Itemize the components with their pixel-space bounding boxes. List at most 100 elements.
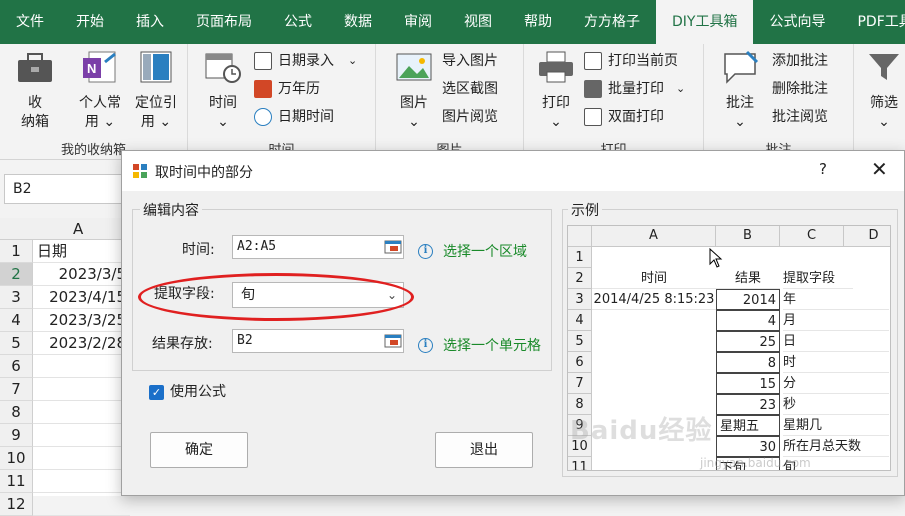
delete-comment-button[interactable]: 删除批注 bbox=[772, 77, 828, 101]
onenote-icon: N bbox=[83, 51, 116, 83]
cell[interactable] bbox=[33, 493, 130, 516]
example-corner bbox=[568, 226, 592, 247]
cell-picker-icon[interactable] bbox=[384, 333, 402, 349]
date-time-button[interactable]: 日期时间 bbox=[254, 105, 334, 129]
funnel-icon bbox=[869, 54, 899, 80]
cell[interactable] bbox=[33, 355, 130, 378]
row-header[interactable]: 3 bbox=[0, 286, 33, 309]
ribbon-tab[interactable]: 插入 bbox=[120, 0, 180, 44]
exit-button[interactable]: 退出 bbox=[435, 432, 533, 468]
filter-button-label: 筛选 ⌄ bbox=[870, 95, 898, 130]
storage-box-button[interactable]: 收 纳箱 bbox=[10, 50, 60, 132]
ribbon-tab[interactable]: 视图 bbox=[448, 0, 508, 44]
perpetual-calendar-button[interactable]: 万年历 bbox=[254, 77, 320, 101]
image-button[interactable]: 图片 ⌄ bbox=[392, 50, 436, 132]
duplex-print-button[interactable]: 双面打印 bbox=[584, 105, 664, 129]
example-field-cell: 分 bbox=[783, 373, 889, 394]
row-header[interactable]: 5 bbox=[0, 332, 33, 355]
cell[interactable]: 2023/3/5 bbox=[33, 263, 130, 286]
dialog-title: 取时间中的部分 bbox=[155, 165, 253, 181]
extract-time-part-dialog: 取时间中的部分 ? ✕ 编辑内容 时间: A2:A5 i 选择一个区域 提取字段:… bbox=[121, 150, 905, 496]
example-column-header: B bbox=[716, 226, 780, 247]
row-header[interactable]: 10 bbox=[0, 447, 33, 470]
chevron-down-icon[interactable]: ⌄ bbox=[348, 49, 357, 73]
print-button[interactable]: 打印 ⌄ bbox=[534, 50, 578, 132]
calendar-clock-icon bbox=[205, 53, 241, 83]
example-row-header: 5 bbox=[568, 331, 592, 352]
cell[interactable] bbox=[33, 447, 130, 470]
ribbon-tab[interactable]: 数据 bbox=[328, 0, 388, 44]
time-button[interactable]: 时间 ⌄ bbox=[200, 50, 246, 132]
use-formula-checkbox[interactable]: ✓ bbox=[149, 385, 164, 400]
comment-button[interactable]: 批注 ⌄ bbox=[718, 50, 762, 132]
row-header[interactable]: 11 bbox=[0, 470, 33, 493]
svg-text:N: N bbox=[87, 61, 96, 76]
help-button[interactable]: ? bbox=[819, 160, 827, 178]
use-formula-label: 使用公式 bbox=[170, 384, 226, 400]
name-box[interactable]: B2 bbox=[4, 174, 122, 204]
time-button-label: 时间 ⌄ bbox=[209, 95, 237, 130]
ribbon-tab[interactable]: 公式 bbox=[268, 0, 328, 44]
personal-common-button[interactable]: N 个人常 用 ⌄ bbox=[72, 50, 128, 132]
example-field-cell: 星期几 bbox=[783, 415, 889, 436]
cell[interactable]: 2023/3/25 bbox=[33, 309, 130, 332]
row-header[interactable]: 8 bbox=[0, 401, 33, 424]
range-picker-icon[interactable] bbox=[384, 239, 402, 255]
view-comments-button[interactable]: 批注阅览 bbox=[772, 105, 828, 129]
example-field-cell: 月 bbox=[783, 310, 889, 331]
cell[interactable] bbox=[33, 378, 130, 401]
ok-button[interactable]: 确定 bbox=[150, 432, 248, 468]
image-viewer-button[interactable]: 图片阅览 bbox=[442, 105, 498, 129]
row-header[interactable]: 12 bbox=[0, 493, 33, 516]
cell[interactable] bbox=[33, 401, 130, 424]
locate-reference-button[interactable]: 定位引 用 ⌄ bbox=[128, 50, 184, 132]
cell[interactable] bbox=[33, 470, 130, 493]
time-range-input[interactable]: A2:A5 bbox=[232, 235, 404, 259]
row-header[interactable]: 4 bbox=[0, 309, 33, 332]
row-header[interactable]: 7 bbox=[0, 378, 33, 401]
picture-icon bbox=[396, 53, 432, 81]
result-cell-input[interactable]: B2 bbox=[232, 329, 404, 353]
ribbon-tab[interactable]: DIY工具箱 bbox=[656, 0, 754, 44]
ribbon-tab[interactable]: 帮助 bbox=[508, 0, 568, 44]
ribbon-tab[interactable]: 公式向导 bbox=[753, 0, 841, 44]
group-time: 时间 ⌄ 日期录入 ⌄ 万年历 日期时间 时间 bbox=[188, 44, 376, 160]
example-result-cell: 15 bbox=[716, 373, 780, 394]
print-current-page-button[interactable]: 打印当前页 bbox=[584, 49, 678, 73]
ribbon-tab[interactable]: 页面布局 bbox=[180, 0, 268, 44]
example-header-time: 时间 bbox=[592, 268, 716, 289]
clock-icon bbox=[254, 108, 272, 126]
example-row-header: 2 bbox=[568, 268, 592, 289]
batch-print-button[interactable]: 批量打印 ⌄ bbox=[584, 77, 685, 101]
import-image-button[interactable]: 导入图片 bbox=[442, 49, 498, 73]
chevron-down-icon[interactable]: ⌄ bbox=[676, 77, 685, 101]
ribbon-tab[interactable]: PDF工具集 bbox=[841, 0, 905, 44]
row-header[interactable]: 1 bbox=[0, 240, 33, 263]
filter-button[interactable]: 筛选 ⌄ bbox=[864, 50, 904, 132]
cell[interactable]: 日期 bbox=[33, 240, 130, 263]
column-header-a[interactable]: A bbox=[73, 220, 83, 238]
ribbon-tab[interactable]: 方方格子 bbox=[568, 0, 656, 44]
ribbon-tab[interactable]: 文件 bbox=[0, 0, 60, 44]
group-image: 图片 ⌄ 导入图片 选区截图 图片阅览 图片 bbox=[376, 44, 524, 160]
ribbon-tab[interactable]: 审阅 bbox=[388, 0, 448, 44]
cell[interactable]: 2023/2/28 bbox=[33, 332, 130, 355]
region-screenshot-button[interactable]: 选区截图 bbox=[442, 77, 498, 101]
edit-content-legend: 编辑内容 bbox=[140, 200, 202, 220]
add-comment-button[interactable]: 添加批注 bbox=[772, 49, 828, 73]
example-row-header: 7 bbox=[568, 373, 592, 394]
example-field-cell: 时 bbox=[783, 352, 889, 373]
ribbon-tab[interactable]: 开始 bbox=[60, 0, 120, 44]
row-header[interactable]: 6 bbox=[0, 355, 33, 378]
close-button[interactable]: ✕ bbox=[871, 157, 888, 181]
row-header[interactable]: 2 bbox=[0, 263, 33, 286]
calendar-grid-icon bbox=[254, 52, 272, 70]
cell[interactable] bbox=[33, 424, 130, 447]
row-header[interactable]: 9 bbox=[0, 424, 33, 447]
cell[interactable]: 2023/4/15 bbox=[33, 286, 130, 309]
example-field-cell: 秒 bbox=[783, 394, 889, 415]
printer-icon bbox=[539, 51, 573, 83]
example-row-header: 1 bbox=[568, 247, 592, 268]
dialog-title-bar: 取时间中的部分 ? ✕ bbox=[122, 151, 904, 191]
date-entry-button[interactable]: 日期录入 ⌄ bbox=[254, 49, 357, 73]
